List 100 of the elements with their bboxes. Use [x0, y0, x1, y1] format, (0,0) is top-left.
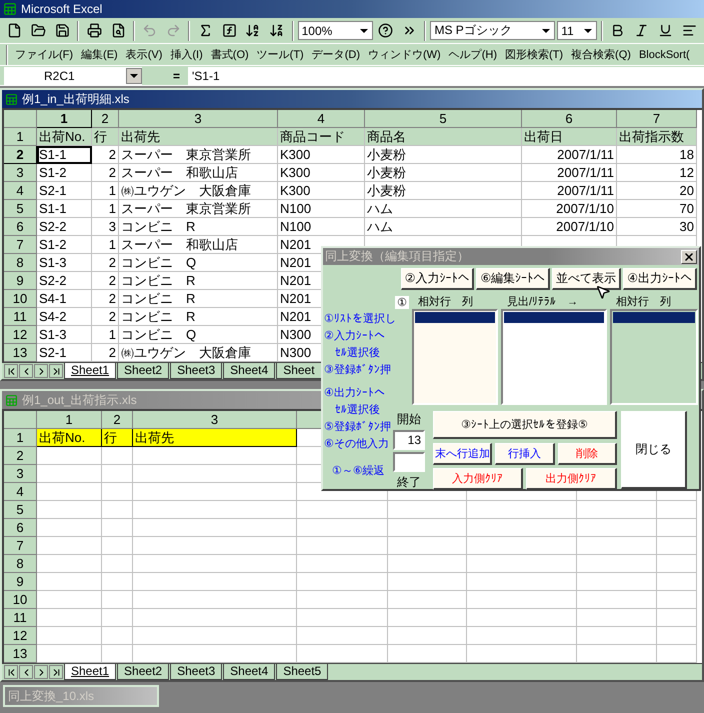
table-cell: 出荷No. [37, 128, 92, 146]
table-cell: 2 [92, 146, 119, 164]
column-header[interactable]: 1 [37, 411, 102, 429]
row-header[interactable]: 11 [4, 308, 37, 326]
row-header[interactable]: 5 [4, 501, 37, 519]
column-header[interactable]: 3 [119, 110, 278, 128]
row-header[interactable]: 6 [4, 218, 37, 236]
row-header[interactable]: 8 [4, 555, 37, 573]
row-header[interactable]: 12 [4, 627, 37, 645]
sheet-tab[interactable]: Sheet3 [170, 664, 222, 680]
next-sheet-icon[interactable] [34, 665, 48, 679]
first-sheet-icon[interactable] [4, 364, 18, 378]
nav-button[interactable]: ④出力ｼｰﾄへ [623, 268, 697, 290]
row-header[interactable]: 10 [4, 290, 37, 308]
row-header[interactable]: 12 [4, 326, 37, 344]
row-header[interactable]: 13 [4, 645, 37, 663]
close-icon[interactable] [681, 250, 697, 264]
menu-item[interactable]: 図形検索(T) [502, 47, 566, 62]
row-header[interactable]: 9 [4, 272, 37, 290]
table-cell: 2007/1/10 [522, 218, 617, 236]
end-field[interactable] [393, 452, 425, 472]
sheet-tab[interactable]: Sheet5 [276, 664, 328, 680]
sheet-tab[interactable]: Sheet1 [64, 363, 116, 379]
action-button[interactable]: 削除 [558, 442, 617, 465]
column-header[interactable]: 4 [278, 110, 365, 128]
table-cell [102, 447, 133, 465]
row-header[interactable]: 1 [4, 128, 37, 146]
start-field[interactable]: 13 [393, 430, 425, 450]
row-header[interactable]: 7 [4, 236, 37, 254]
sheet-tab[interactable]: Sheet4 [223, 664, 276, 680]
menu-item[interactable]: 表示(V) [122, 47, 166, 62]
row-header[interactable]: 3 [4, 465, 37, 483]
row-header[interactable]: 9 [4, 573, 37, 591]
action-button[interactable]: 出力側ｸﾘｱ [526, 468, 617, 490]
menu-item[interactable]: ツール(T) [254, 47, 307, 62]
select-all-corner[interactable] [4, 110, 37, 128]
first-sheet-icon[interactable] [4, 665, 18, 679]
sheet-tab[interactable]: Sheet1 [64, 664, 116, 680]
action-button[interactable]: 入力側ｸﾘｱ [433, 468, 524, 490]
row-header[interactable]: 1 [4, 429, 37, 447]
column-header[interactable]: 1 [37, 110, 92, 128]
column-header[interactable]: 5 [365, 110, 522, 128]
action-button[interactable]: 行挿入 [495, 442, 555, 465]
column-header[interactable]: 2 [102, 411, 133, 429]
font-size-dropdown[interactable]: 11 [557, 21, 597, 40]
row-header[interactable]: 5 [4, 200, 37, 218]
register-button[interactable]: ③ｼｰﾄ上の選択ｾﾙを登録⑤ [433, 411, 617, 439]
table-cell: スーパー 和歌山店 [119, 164, 278, 182]
column-header[interactable]: 3 [133, 411, 297, 429]
row-header[interactable]: 13 [4, 344, 37, 362]
close-button[interactable]: 閉じる [621, 411, 687, 489]
name-box[interactable]: R2C1 [4, 66, 142, 84]
nav-button[interactable]: ②入力ｼｰﾄへ [400, 268, 474, 290]
previous-sheet-icon[interactable] [19, 665, 33, 679]
menu-item[interactable]: BlockSort( [636, 48, 693, 60]
sheet-tab[interactable]: Sheet2 [117, 664, 170, 680]
list-header: 相対行 列 [417, 294, 474, 309]
menu-item[interactable]: データ(D) [308, 47, 363, 62]
row-header[interactable]: 8 [4, 254, 37, 272]
sheet-tab[interactable]: Sheet2 [117, 363, 170, 379]
list-box[interactable] [501, 309, 607, 405]
menu-item[interactable]: 複合検索(Q) [568, 47, 634, 62]
sheet-tab[interactable]: Sheet3 [170, 363, 222, 379]
menu-item[interactable]: 編集(E) [78, 47, 121, 62]
row-header[interactable]: 4 [4, 182, 37, 200]
column-header[interactable]: 6 [522, 110, 617, 128]
sheet-tab[interactable]: Sheet4 [223, 363, 276, 379]
previous-sheet-icon[interactable] [19, 364, 33, 378]
row-header[interactable]: 11 [4, 609, 37, 627]
menu-item[interactable]: 挿入(I) [167, 47, 206, 62]
list-box[interactable] [610, 309, 698, 405]
select-all-corner[interactable] [4, 411, 37, 429]
nav-button[interactable]: 並べて表示 [552, 268, 622, 290]
menu-item[interactable]: 書式(O) [208, 47, 252, 62]
table-cell [102, 501, 133, 519]
column-header[interactable]: 7 [617, 110, 697, 128]
row-header[interactable]: 7 [4, 537, 37, 555]
row-header[interactable]: 3 [4, 164, 37, 182]
font-name-dropdown[interactable]: MS Pゴシック [430, 21, 556, 40]
menu-item[interactable]: ファイル(F) [12, 47, 76, 62]
action-button[interactable]: 末へ行追加 [433, 442, 492, 465]
last-sheet-icon[interactable] [49, 665, 63, 679]
nav-button[interactable]: ⑥編集ｼｰﾄへ [476, 268, 550, 290]
sheet-tab[interactable]: Sheet [276, 363, 322, 379]
table-cell: スーパー 東京営業所 [119, 146, 278, 164]
row-header[interactable]: 2 [4, 146, 37, 164]
list-box[interactable] [412, 309, 498, 405]
zoom-dropdown[interactable]: 100% [298, 21, 373, 40]
row-header[interactable]: 6 [4, 519, 37, 537]
last-sheet-icon[interactable] [49, 364, 63, 378]
row-header[interactable]: 10 [4, 591, 37, 609]
menu-item[interactable]: ヘルプ(H) [446, 47, 500, 62]
table-cell: 1 [92, 182, 119, 200]
menu-item[interactable]: ウィンドウ(W) [365, 47, 444, 62]
column-header[interactable]: 2 [92, 110, 119, 128]
row-header[interactable]: 4 [4, 483, 37, 501]
table-cell [657, 609, 697, 627]
formula-field[interactable]: 'S1-1 [188, 66, 704, 84]
next-sheet-icon[interactable] [34, 364, 48, 378]
row-header[interactable]: 2 [4, 447, 37, 465]
